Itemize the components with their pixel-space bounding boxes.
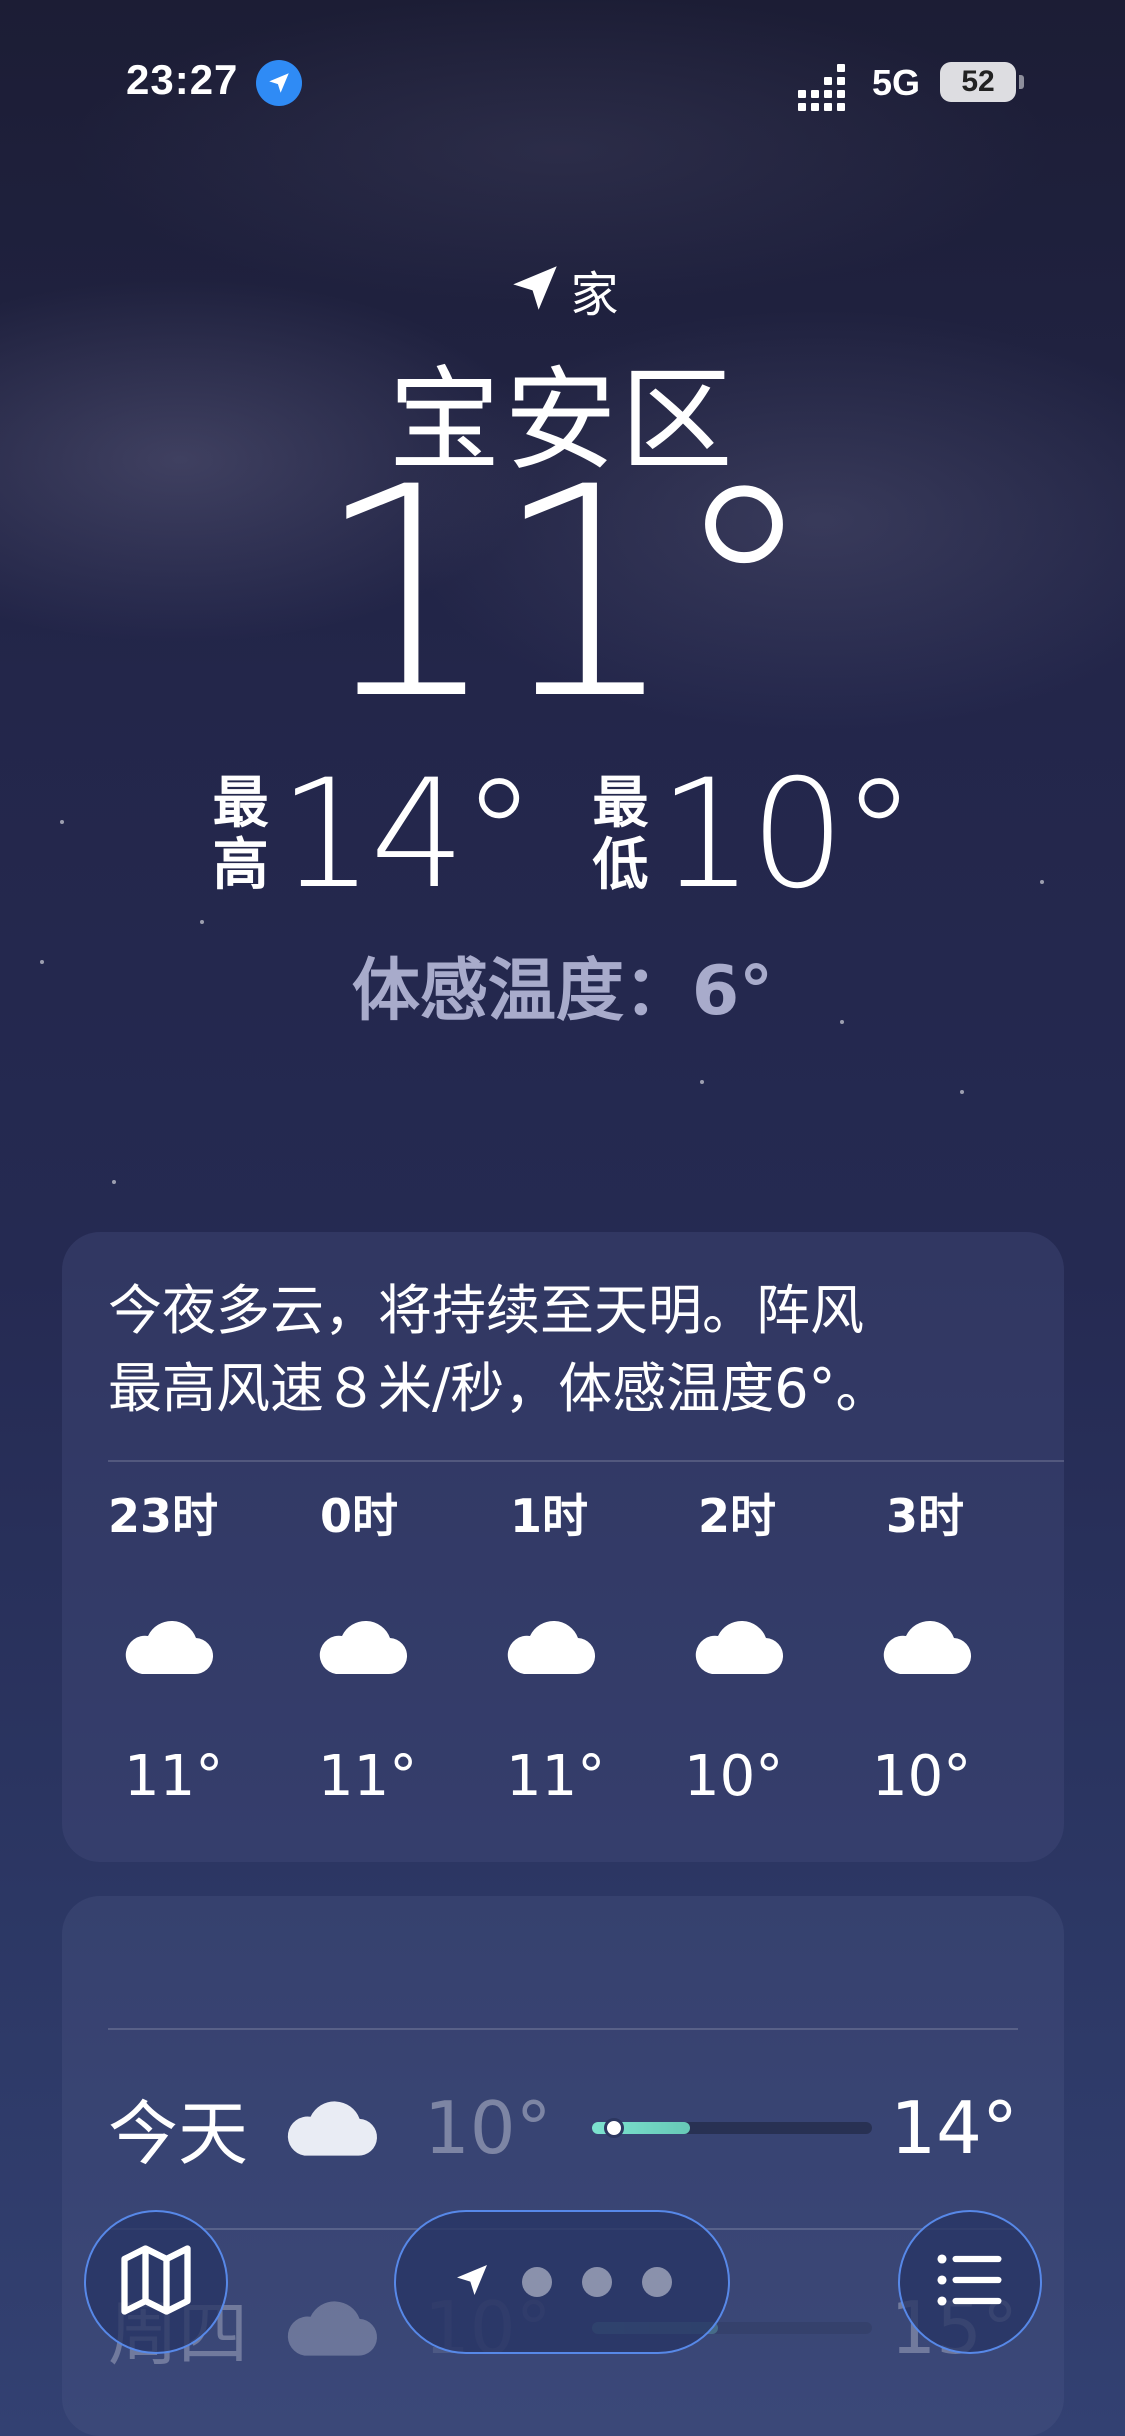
status-time: 23:27 — [126, 56, 239, 103]
hour-item: 3时 10° — [860, 1480, 1048, 1809]
high-label: 最 高 — [212, 771, 269, 898]
map-icon — [114, 2238, 198, 2326]
network-type: 5G — [872, 62, 921, 103]
high-temp-group: 最 高 14° — [212, 748, 537, 922]
current-temperature: 11° — [314, 426, 816, 763]
temp-range-bar — [592, 2118, 872, 2138]
cloud-icon — [672, 1614, 784, 1690]
daily-forecast-card[interactable]: 今天 10° 14° 周四 10° 15° — [62, 1896, 1064, 2436]
hour-item: 1时 11° — [484, 1480, 672, 1809]
hour-item: 2时 10° — [672, 1480, 860, 1809]
cloud-icon — [860, 1614, 972, 1690]
location-active-icon — [256, 60, 302, 106]
page-dot[interactable] — [522, 2267, 552, 2297]
daily-row-today[interactable]: 今天 10° 14° — [108, 2068, 1018, 2188]
page-dot[interactable] — [642, 2267, 672, 2297]
home-location-row: 家 — [0, 255, 1125, 325]
day-high-temp: 14° — [890, 2086, 1018, 2170]
cloud-icon — [296, 1614, 408, 1690]
cloud-icon — [284, 2094, 424, 2162]
hour-item: 0时 11° — [296, 1480, 484, 1809]
battery-indicator: 52 — [940, 62, 1016, 102]
low-label: 最 低 — [592, 771, 649, 898]
star — [960, 1090, 964, 1094]
city-list-button[interactable] — [898, 2210, 1042, 2354]
hour-item: 23时 11° — [108, 1489, 224, 1809]
page-dot[interactable] — [582, 2267, 612, 2297]
divider — [108, 1460, 1064, 1462]
low-temp: 10° — [658, 748, 917, 922]
feels-like: 体感温度：6° — [351, 952, 774, 1031]
hourly-list[interactable]: 23时 11° 0时 11° 1时 11° 2时 10° 3时 10° — [108, 1480, 1048, 1809]
current-temp-marker — [604, 2118, 625, 2138]
page-indicator[interactable] — [394, 2210, 730, 2354]
hourly-forecast-card[interactable]: 今夜多云，将持续至天明。阵风 最高风速８米/秒，体感温度6°。 23时 11° … — [62, 1232, 1064, 1862]
day-low-temp: 10° — [424, 2086, 552, 2170]
divider — [108, 2028, 1018, 2030]
cloud-icon — [108, 1614, 214, 1690]
star — [700, 1080, 704, 1084]
high-temp: 14° — [278, 748, 537, 922]
battery-cap — [1019, 75, 1024, 89]
star — [112, 1180, 116, 1184]
star — [200, 920, 204, 924]
cellular-signal-icon — [798, 64, 845, 111]
low-temp-group: 最 低 10° — [592, 748, 917, 922]
cloud-icon — [484, 1614, 596, 1690]
map-button[interactable] — [84, 2210, 228, 2354]
list-icon — [928, 2238, 1012, 2326]
forecast-summary: 今夜多云，将持续至天明。阵风 最高风速８米/秒，体感温度6°。 — [108, 1279, 890, 1420]
home-label: 家 — [570, 267, 619, 323]
location-arrow-icon[interactable] — [452, 2260, 492, 2304]
high-low-row: 最 高 14° 最 低 10° — [0, 760, 1125, 910]
location-arrow-icon — [506, 259, 564, 321]
day-name: 今天 — [108, 2092, 248, 2175]
